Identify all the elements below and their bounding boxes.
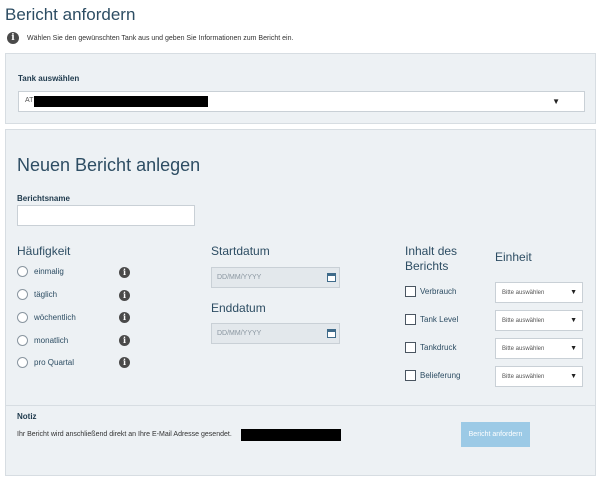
start-date-placeholder: DD/MM/YYYY (217, 274, 262, 281)
chevron-down-icon: ▼ (570, 289, 577, 296)
note-text: Ihr Bericht wird anschließend direkt an … (17, 431, 232, 438)
frequency-label: täglich (34, 290, 58, 299)
start-date-label: Startdatum (211, 244, 270, 258)
content-option-tankdruck[interactable]: Tankdruck (405, 342, 456, 353)
unit-select-verbrauch[interactable]: Bitte auswählen ▼ (495, 282, 583, 303)
unit-placeholder: Bitte auswählen (502, 318, 545, 324)
unit-select-tankdruck[interactable]: Bitte auswählen ▼ (495, 338, 583, 359)
radio-button[interactable] (17, 335, 28, 346)
chevron-down-icon: ▼ (570, 373, 577, 380)
report-name-input[interactable] (17, 205, 195, 226)
radio-button[interactable] (17, 312, 28, 323)
info-icon[interactable]: i (119, 357, 130, 368)
divider (6, 405, 595, 406)
frequency-label: pro Quartal (34, 358, 75, 367)
start-date-input[interactable]: DD/MM/YYYY (211, 267, 340, 288)
info-icon[interactable]: i (119, 335, 130, 346)
frequency-label: wöchentlich (34, 313, 76, 322)
frequency-heading: Häufigkeit (17, 244, 71, 258)
end-date-input[interactable]: DD/MM/YYYY (211, 323, 340, 344)
section-title: Neuen Bericht anlegen (17, 155, 201, 175)
tank-panel: Tank auswählen AT ▼ (5, 53, 596, 124)
redacted-block (241, 429, 341, 441)
content-label: Belieferung (420, 371, 461, 380)
info-text: Wählen Sie den gewünschten Tank aus und … (27, 34, 294, 42)
radio-button[interactable] (17, 357, 28, 368)
unit-select-tank-level[interactable]: Bitte auswählen ▼ (495, 310, 583, 331)
info-icon[interactable]: i (119, 312, 130, 323)
info-icon[interactable]: i (119, 290, 130, 301)
calendar-icon[interactable] (327, 273, 336, 282)
unit-select-belieferung[interactable]: Bitte auswählen ▼ (495, 366, 583, 387)
tank-select[interactable]: AT ▼ (18, 91, 585, 112)
checkbox[interactable] (405, 314, 416, 325)
chevron-down-icon: ▼ (552, 97, 560, 106)
page-title: Bericht anfordern (5, 5, 136, 24)
content-label: Tankdruck (420, 343, 457, 352)
redacted-block (34, 96, 208, 107)
tank-select-value: AT (25, 97, 34, 104)
unit-placeholder: Bitte auswählen (502, 346, 545, 352)
content-label: Tank Level (420, 315, 459, 324)
report-panel: Neuen Bericht anlegen Berichtsname Häufi… (5, 129, 596, 476)
radio-button[interactable] (17, 289, 28, 300)
calendar-icon[interactable] (327, 329, 336, 338)
radio-button[interactable] (17, 266, 28, 277)
checkbox[interactable] (405, 370, 416, 381)
unit-placeholder: Bitte auswählen (502, 374, 545, 380)
frequency-option-taeglich[interactable]: täglich (17, 289, 57, 300)
report-name-label: Berichtsname (17, 194, 70, 203)
end-date-label: Enddatum (211, 301, 266, 315)
info-icon[interactable]: i (119, 267, 130, 278)
unit-heading: Einheit (495, 250, 532, 264)
tank-label: Tank auswählen (18, 74, 80, 83)
frequency-option-woechentlich[interactable]: wöchentlich (17, 312, 76, 323)
content-label: Verbrauch (420, 287, 457, 296)
unit-placeholder: Bitte auswählen (502, 290, 545, 296)
frequency-label: monatlich (34, 336, 69, 345)
content-option-tank-level[interactable]: Tank Level (405, 314, 458, 325)
checkbox[interactable] (405, 342, 416, 353)
content-option-belieferung[interactable]: Belieferung (405, 370, 460, 381)
info-line: i Wählen Sie den gewünschten Tank aus un… (7, 32, 293, 44)
frequency-label: einmalig (34, 267, 64, 276)
submit-report-button[interactable]: Bericht anfordern (461, 422, 530, 447)
content-option-verbrauch[interactable]: Verbrauch (405, 286, 456, 297)
frequency-option-einmalig[interactable]: einmalig (17, 266, 64, 277)
info-icon: i (7, 32, 19, 44)
chevron-down-icon: ▼ (570, 317, 577, 324)
frequency-option-monatlich[interactable]: monatlich (17, 335, 68, 346)
checkbox[interactable] (405, 286, 416, 297)
note-label: Notiz (17, 412, 37, 421)
frequency-option-quartal[interactable]: pro Quartal (17, 357, 74, 368)
chevron-down-icon: ▼ (570, 345, 577, 352)
content-heading: Inhalt des Berichts (405, 244, 458, 273)
end-date-placeholder: DD/MM/YYYY (217, 330, 262, 337)
